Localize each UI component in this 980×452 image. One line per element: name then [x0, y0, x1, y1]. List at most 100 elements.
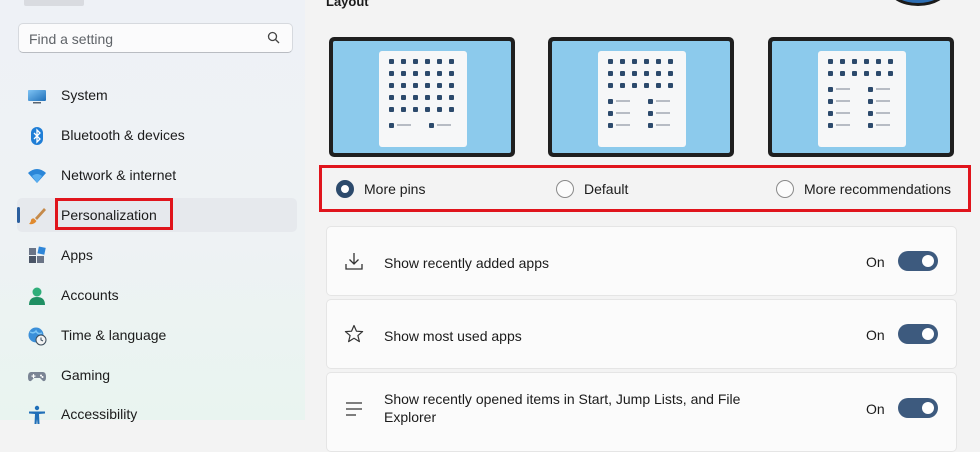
sidebar-item-label: Time & language [61, 327, 167, 343]
setting-recently-added-apps[interactable]: Show recently added apps On [326, 226, 957, 296]
pin-tile [413, 71, 418, 76]
person-icon [29, 287, 45, 305]
paintbrush-icon [29, 208, 46, 225]
sidebar-item-apps[interactable]: Apps [17, 238, 297, 272]
recommendation-tile [608, 111, 613, 116]
recommendation-line [876, 124, 890, 126]
pin-tile [852, 71, 857, 76]
setting-most-used-apps[interactable]: Show most used apps On [326, 299, 957, 369]
pin-tile [852, 59, 857, 64]
gamepad-icon [28, 372, 46, 382]
pin-tile [828, 59, 833, 64]
recommendation-line [656, 100, 670, 102]
toggle-state-text: On [866, 401, 885, 417]
layout-preview-more-recommendations[interactable] [768, 37, 954, 157]
pin-tile [668, 59, 673, 64]
pin-tile [425, 95, 430, 100]
sidebar-item-accessibility[interactable]: Accessibility [17, 397, 297, 431]
pin-tile [437, 83, 442, 88]
recommendation-tile [648, 111, 653, 116]
layout-preview-default[interactable] [548, 37, 734, 157]
pin-tile [668, 83, 673, 88]
recommendation-line [397, 124, 411, 126]
pin-tile [828, 71, 833, 76]
user-name-blurred [24, 0, 84, 6]
setting-recently-opened-items[interactable]: Show recently opened items in Start, Jum… [326, 372, 957, 452]
pin-tile [608, 83, 613, 88]
accessibility-icon [29, 405, 45, 424]
pin-tile [437, 95, 442, 100]
download-icon [345, 253, 363, 270]
recommendation-tile [868, 99, 873, 104]
radio-indicator[interactable] [556, 180, 574, 198]
recommendation-tile [868, 123, 873, 128]
search-icon[interactable] [266, 30, 282, 46]
preview-tiles [828, 59, 893, 128]
toggle-switch[interactable] [898, 251, 938, 271]
sidebar-item-accounts[interactable]: Accounts [17, 278, 297, 312]
sidebar-item-label: Apps [61, 247, 93, 263]
avatar [888, 0, 948, 6]
pin-tile [449, 95, 454, 100]
recommendation-tile [648, 123, 653, 128]
layout-preview-more-pins[interactable] [329, 37, 515, 157]
toggle-knob [922, 255, 934, 267]
globe-clock-icon [28, 327, 47, 346]
recommendation-line [876, 112, 890, 114]
recommendation-line [616, 112, 630, 114]
recommendation-tile [608, 123, 613, 128]
search-input[interactable]: Find a setting [18, 23, 293, 53]
recommendation-line [836, 88, 850, 90]
recommendation-tile [828, 123, 833, 128]
pin-tile [449, 83, 454, 88]
sidebar-item-bluetooth[interactable]: Bluetooth & devices [17, 118, 297, 152]
recommendation-tile [828, 111, 833, 116]
layout-radio-group: More pins Default More recommendations [319, 165, 971, 212]
pin-tile [620, 71, 625, 76]
setting-label: Show most used apps [384, 328, 522, 344]
sidebar-item-system[interactable]: System [17, 78, 297, 112]
pin-tile [413, 59, 418, 64]
toggle-switch[interactable] [898, 324, 938, 344]
pin-tile [449, 59, 454, 64]
recommendation-tile [868, 111, 873, 116]
pin-tile [840, 71, 845, 76]
wifi-icon [28, 169, 46, 183]
sidebar-item-gaming[interactable]: Gaming [17, 358, 297, 392]
pin-tile [401, 83, 406, 88]
recommendation-tile [828, 87, 833, 92]
pin-tile [876, 59, 881, 64]
pin-tile [644, 71, 649, 76]
pin-tile [401, 71, 406, 76]
sidebar-item-time-language[interactable]: Time & language [17, 318, 297, 352]
pin-tile [620, 59, 625, 64]
pin-tile [413, 95, 418, 100]
radio-indicator[interactable] [776, 180, 794, 198]
pin-tile [864, 71, 869, 76]
setting-label: Show recently opened items in Start, Jum… [384, 391, 741, 425]
toggle-switch[interactable] [898, 398, 938, 418]
radio-indicator[interactable] [336, 180, 354, 198]
recommendation-tile [389, 123, 394, 128]
sidebar-item-label: Network & internet [61, 167, 177, 183]
toggle-knob [922, 402, 934, 414]
recommendation-line [616, 100, 630, 102]
sidebar-item-network[interactable]: Network & internet [17, 158, 297, 192]
sidebar-item-label: Gaming [61, 367, 111, 383]
pin-tile [656, 83, 661, 88]
sidebar: Find a setting System Bluetooth & device… [0, 0, 305, 424]
star-icon [344, 324, 364, 343]
sidebar-item-label: System [61, 87, 108, 103]
pin-tile [425, 59, 430, 64]
radio-label: Default [584, 181, 629, 197]
pin-tile [656, 59, 661, 64]
preview-screen [333, 41, 511, 153]
setting-label: Show recently added apps [384, 255, 549, 271]
pin-tile [632, 83, 637, 88]
recommendation-line [836, 124, 850, 126]
pin-tile [437, 71, 442, 76]
radio-label: More recommendations [804, 181, 952, 197]
annotation-highlight-box [55, 198, 173, 230]
preview-screen [772, 41, 950, 153]
pin-tile [389, 71, 394, 76]
